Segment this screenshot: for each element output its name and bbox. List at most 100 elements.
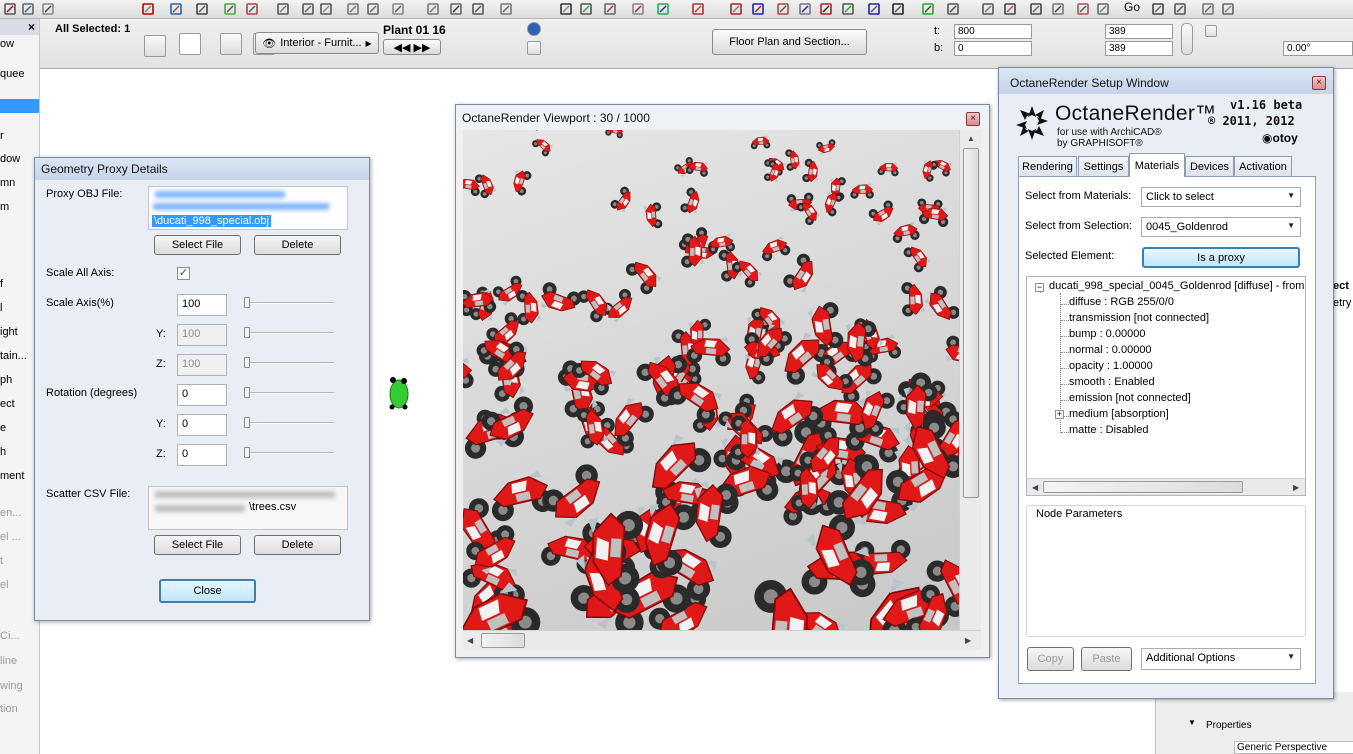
scroll-left-icon[interactable]: ◀	[1032, 483, 1038, 492]
palette-tool-item[interactable]: t	[0, 555, 3, 567]
expand-medium-icon[interactable]: +	[1055, 410, 1064, 419]
stretch-mode-button[interactable]	[179, 33, 201, 55]
tree-root-node[interactable]: ducati_998_special_0045_Goldenrod [diffu…	[1049, 280, 1304, 292]
toolbar-tool-icon[interactable]	[390, 1, 406, 17]
palette-tool-item[interactable]: el ...	[0, 531, 21, 543]
palette-tool-item[interactable]: Ci...	[0, 630, 20, 642]
toolbar-tool-icon[interactable]	[345, 1, 361, 17]
toolbar-tool-icon[interactable]	[40, 1, 56, 17]
toolbar-tool-icon[interactable]	[728, 1, 744, 17]
scroll-right-icon[interactable]: ▶	[965, 636, 971, 645]
toolbar-tool-icon[interactable]	[168, 1, 184, 17]
scatter-csv-path[interactable]: \trees.csv	[148, 486, 348, 530]
object-settings-icon[interactable]	[220, 33, 242, 55]
palette-tool-item[interactable]: m	[0, 201, 9, 213]
rotation-x-slider[interactable]	[244, 387, 334, 399]
viewport-hscroll-thumb[interactable]	[481, 633, 525, 648]
toolbar-tool-icon[interactable]	[1002, 1, 1018, 17]
delete-csv-file-button[interactable]: Delete	[254, 535, 341, 555]
tab-activation[interactable]: Activation	[1234, 156, 1292, 176]
toolbar-tool-icon[interactable]	[1150, 1, 1166, 17]
palette-tool-item[interactable]: ment	[0, 470, 24, 482]
collapse-triangle-icon[interactable]: ▼	[1188, 718, 1196, 727]
delete-obj-file-button[interactable]: Delete	[254, 235, 341, 255]
tab-settings[interactable]: Settings	[1078, 156, 1129, 176]
additional-options-dropdown[interactable]: Additional Options ▼	[1141, 648, 1301, 670]
palette-tool-item[interactable]: f	[0, 278, 3, 290]
rotation-y-input[interactable]: 0	[177, 414, 227, 436]
scale-x-input[interactable]: 100	[177, 294, 227, 316]
go-menu[interactable]: Go	[1124, 0, 1140, 14]
scale-y-input[interactable]: 100	[177, 324, 227, 346]
tree-horizontal-scrollbar[interactable]: ◀ ▶	[1027, 478, 1305, 495]
viewport-close-icon[interactable]: ×	[966, 112, 980, 126]
toolbar-tool-icon[interactable]	[690, 1, 706, 17]
toolbar-tool-icon[interactable]	[498, 1, 514, 17]
toolbar-tool-icon[interactable]	[425, 1, 441, 17]
toolbar-tool-icon[interactable]	[655, 1, 671, 17]
palette-tool-item[interactable]: line	[0, 655, 17, 667]
toolbar-tool-icon[interactable]	[866, 1, 882, 17]
obj-file-path[interactable]: \ducati_998_special.obj	[148, 186, 348, 230]
toolbar-tool-icon[interactable]	[890, 1, 906, 17]
view-name-field[interactable]: Generic Perspective	[1234, 741, 1353, 754]
tree-node-item[interactable]: emission [not connected]	[1069, 392, 1191, 404]
toolbar-tool-icon[interactable]	[818, 1, 834, 17]
toolbar-tool-icon[interactable]	[920, 1, 936, 17]
toolbar-tool-icon[interactable]	[470, 1, 486, 17]
palette-tool-item[interactable]: ph	[0, 374, 12, 386]
toolbar-tool-icon[interactable]	[2, 1, 18, 17]
toolbar-tool-icon[interactable]	[558, 1, 574, 17]
chain-link-icon[interactable]	[1181, 23, 1193, 55]
tree-node-item[interactable]: diffuse : RGB 255/0/0	[1069, 296, 1174, 308]
toolbar-tool-icon[interactable]	[797, 1, 813, 17]
tree-hscroll-thumb[interactable]	[1043, 481, 1243, 493]
toolbar-tool-icon[interactable]	[275, 1, 291, 17]
mirror-checkbox[interactable]	[1205, 25, 1217, 37]
toolbar-tool-icon[interactable]	[840, 1, 856, 17]
tree-node-item[interactable]: bump : 0.00000	[1069, 328, 1145, 340]
palette-tool-item[interactable]: en...	[0, 507, 21, 519]
toolbar-tool-icon[interactable]	[194, 1, 210, 17]
palette-tool-item[interactable]: l	[0, 302, 2, 314]
info-icon[interactable]	[527, 22, 541, 36]
viewport-horizontal-scrollbar[interactable]: ◀ ▶	[463, 630, 981, 650]
toolbar-tool-icon[interactable]	[318, 1, 334, 17]
toolbar-tool-icon[interactable]	[1200, 1, 1216, 17]
palette-tool-item[interactable]: mn	[0, 177, 15, 189]
scale-z-slider[interactable]	[244, 357, 334, 369]
toolbar-tool-icon[interactable]	[775, 1, 791, 17]
materials-dropdown[interactable]: Click to select ▼	[1141, 187, 1301, 207]
palette-selected-tool[interactable]	[0, 99, 39, 113]
scroll-right-icon[interactable]: ▶	[1293, 483, 1299, 492]
palette-tool-item[interactable]: h	[0, 446, 6, 458]
tree-node-item[interactable]: transmission [not connected]	[1069, 312, 1209, 324]
depth-input[interactable]: 389	[1105, 41, 1173, 56]
paste-button[interactable]: Paste	[1081, 647, 1132, 671]
palette-tool-item[interactable]: dow	[0, 153, 20, 165]
expand-icon[interactable]	[527, 41, 541, 55]
close-button[interactable]: Close	[159, 579, 256, 603]
palette-tool-item[interactable]: ow	[0, 38, 14, 50]
toolbar-tool-icon[interactable]	[222, 1, 238, 17]
toolbar-tool-icon[interactable]	[1075, 1, 1091, 17]
selection-dropdown[interactable]: 0045_Goldenrod ▼	[1141, 217, 1301, 237]
rotation-z-slider[interactable]	[244, 447, 334, 459]
toolbar-tool-icon[interactable]	[630, 1, 646, 17]
toolbar-tool-icon[interactable]	[244, 1, 260, 17]
palette-tool-item[interactable]: el	[0, 579, 9, 591]
toolbar-tool-icon[interactable]	[1095, 1, 1111, 17]
bottom-elevation-input[interactable]: 0	[954, 41, 1032, 56]
toolbar-tool-icon[interactable]	[945, 1, 961, 17]
palette-tool-item[interactable]: ect	[0, 398, 15, 410]
scale-x-slider[interactable]	[244, 297, 334, 309]
copy-button[interactable]: Copy	[1027, 647, 1074, 671]
tree-node-item[interactable]: opacity : 1.00000	[1069, 360, 1153, 372]
palette-close-icon[interactable]: ×	[28, 20, 35, 34]
toolbar-tool-icon[interactable]	[750, 1, 766, 17]
scale-all-axis-checkbox[interactable]: ✓	[177, 267, 190, 280]
rotation-z-input[interactable]: 0	[177, 444, 227, 466]
toolbar-tool-icon[interactable]	[1050, 1, 1066, 17]
setup-close-icon[interactable]: ×	[1312, 76, 1326, 90]
select-csv-file-button[interactable]: Select File	[154, 535, 241, 555]
